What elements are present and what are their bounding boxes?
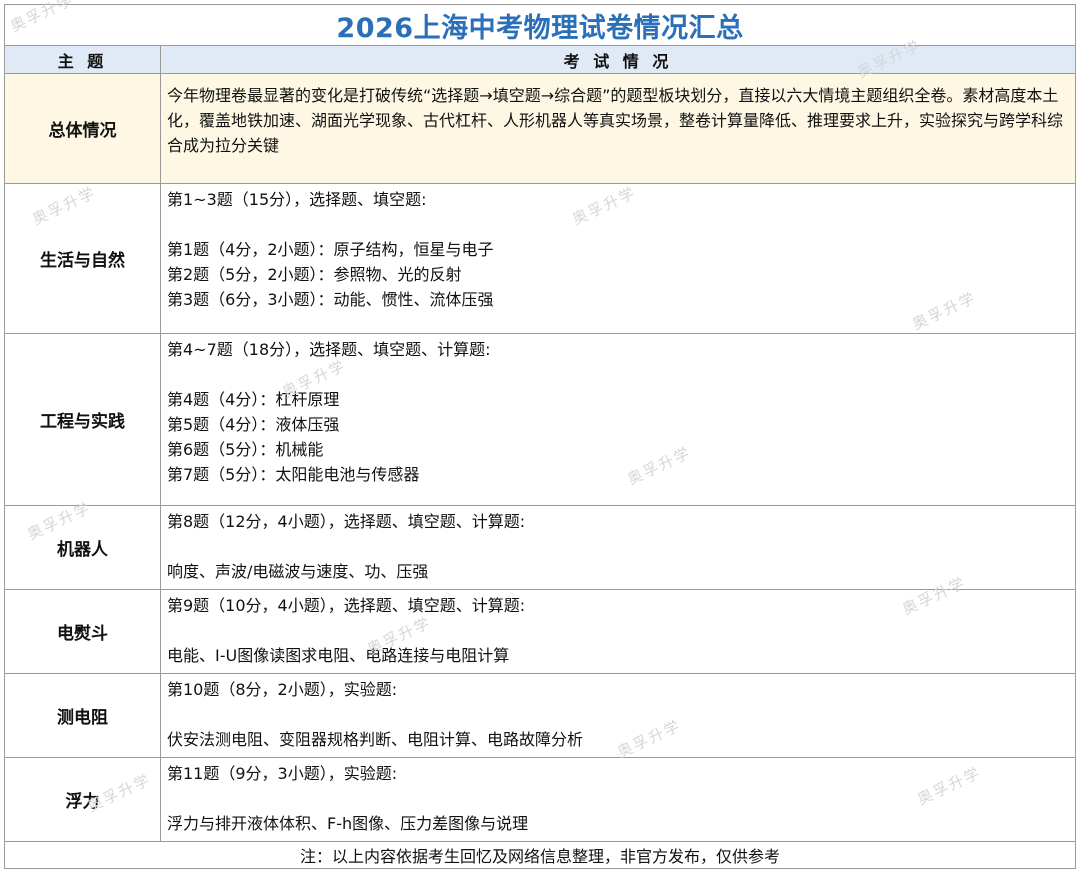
row-topic: 工程与实践	[5, 334, 161, 505]
row-item: 第7题（5分）：太阳能电池与传感器	[167, 465, 420, 484]
table-row: 工程与实践 第4~7题（18分），选择题、填空题、计算题: 第4题（4分）：杠杆…	[5, 334, 1075, 506]
header-topic: 主 题	[5, 46, 161, 73]
row-summary: 第1~3题（15分），选择题、填空题:	[167, 190, 427, 209]
row-item: 第6题（5分）：机械能	[167, 440, 324, 459]
row-item: 第5题（4分）：液体压强	[167, 415, 340, 434]
row-summary: 第10题（8分，2小题），实验题:	[167, 680, 398, 699]
table-row: 测电阻 第10题（8分，2小题），实验题: 伏安法测电阻、变阻器规格判断、电阻计…	[5, 674, 1075, 758]
overview-text: 今年物理卷最显著的变化是打破传统“选择题→填空题→综合题”的题型板块划分，直接以…	[167, 86, 1064, 155]
row-topic: 机器人	[5, 506, 161, 589]
row-details: 第11题（9分，3小题），实验题: 浮力与排开液体体积、F-h图像、压力差图像与…	[161, 758, 1075, 841]
row-details: 第8题（12分，4小题），选择题、填空题、计算题: 响度、声波/电磁波与速度、功…	[161, 506, 1075, 589]
row-topic: 总体情况	[5, 74, 161, 183]
table-header-row: 主 题 考 试 情 况	[5, 46, 1075, 74]
table-row: 浮力 第11题（9分，3小题），实验题: 浮力与排开液体体积、F-h图像、压力差…	[5, 758, 1075, 842]
row-item: 电能、I-U图像读图求电阻、电路连接与电阻计算	[167, 646, 510, 665]
table-row: 生活与自然 第1~3题（15分），选择题、填空题: 第1题（4分，2小题）：原子…	[5, 184, 1075, 334]
table-row: 机器人 第8题（12分，4小题），选择题、填空题、计算题: 响度、声波/电磁波与…	[5, 506, 1075, 590]
row-details: 第9题（10分，4小题），选择题、填空题、计算题: 电能、I-U图像读图求电阻、…	[161, 590, 1075, 673]
header-exam-info: 考 试 情 况	[563, 51, 673, 71]
row-topic: 电熨斗	[5, 590, 161, 673]
row-summary: 第11题（9分，3小题），实验题:	[167, 764, 398, 783]
row-topic: 浮力	[5, 758, 161, 841]
row-summary: 第8题（12分，4小题），选择题、填空题、计算题:	[167, 512, 526, 531]
page-title: 2026上海中考物理试卷情况汇总	[336, 12, 744, 44]
footer-note: 注：以上内容依据考生回忆及网络信息整理，非官方发布，仅供参考	[5, 842, 1075, 868]
table-title-row: 2026上海中考物理试卷情况汇总	[5, 5, 1075, 46]
row-topic: 生活与自然	[5, 184, 161, 333]
row-summary: 第4~7题（18分），选择题、填空题、计算题:	[167, 340, 491, 359]
row-summary: 第9题（10分，4小题），选择题、填空题、计算题:	[167, 596, 526, 615]
row-item: 浮力与排开液体体积、F-h图像、压力差图像与说理	[167, 814, 529, 833]
table-row-overview: 总体情况 今年物理卷最显著的变化是打破传统“选择题→填空题→综合题”的题型板块划…	[5, 74, 1075, 184]
row-details: 第4~7题（18分），选择题、填空题、计算题: 第4题（4分）：杠杆原理 第5题…	[161, 334, 1075, 505]
footer-text: 注：以上内容依据考生回忆及网络信息整理，非官方发布，仅供参考	[299, 847, 780, 866]
row-item: 第4题（4分）：杠杆原理	[167, 390, 340, 409]
row-item: 伏安法测电阻、变阻器规格判断、电阻计算、电路故障分析	[167, 730, 584, 749]
row-details: 第10题（8分，2小题），实验题: 伏安法测电阻、变阻器规格判断、电阻计算、电路…	[161, 674, 1075, 757]
row-item: 第3题（6分，3小题）：动能、惯性、流体压强	[167, 290, 494, 309]
row-item: 第1题（4分，2小题）：原子结构，恒星与电子	[167, 240, 494, 259]
row-item: 响度、声波/电磁波与速度、功、压强	[167, 562, 429, 581]
row-details: 第1~3题（15分），选择题、填空题: 第1题（4分，2小题）：原子结构，恒星与…	[161, 184, 1075, 333]
row-topic: 测电阻	[5, 674, 161, 757]
row-item: 第2题（5分，2小题）：参照物、光的反射	[167, 265, 462, 284]
table-row: 电熨斗 第9题（10分，4小题），选择题、填空题、计算题: 电能、I-U图像读图…	[5, 590, 1075, 674]
summary-table: 2026上海中考物理试卷情况汇总 主 题 考 试 情 况 总体情况 今年物理卷最…	[4, 4, 1076, 869]
